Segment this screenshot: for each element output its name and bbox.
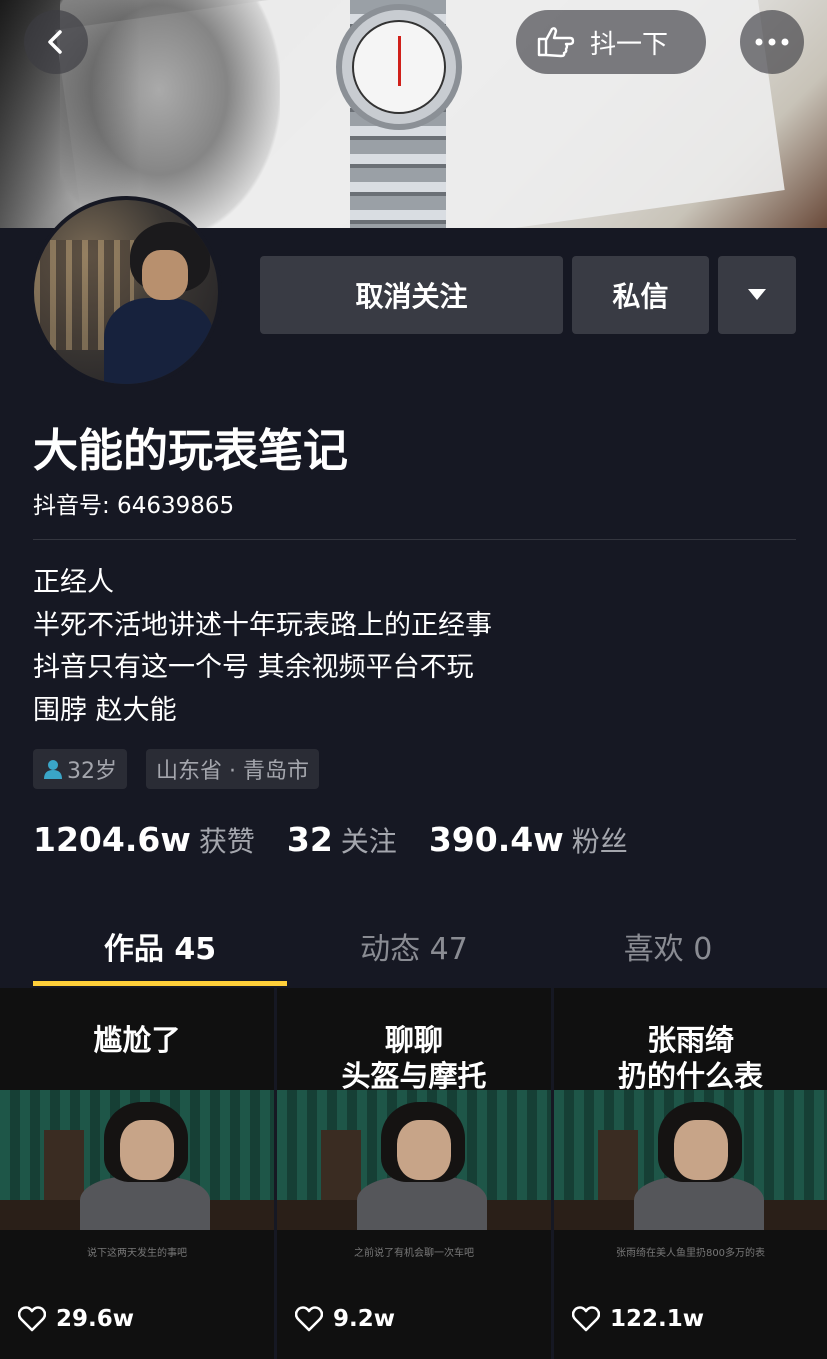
video-title-line: 聊聊 xyxy=(384,1023,443,1057)
tab-works[interactable]: 作品 45 xyxy=(33,924,287,968)
followers-count[interactable]: 390.4w xyxy=(429,820,564,859)
video-scene xyxy=(554,1090,827,1230)
shake-label: 抖一下 xyxy=(590,29,669,60)
video-scene xyxy=(0,1090,274,1230)
scene-person-face xyxy=(674,1120,728,1180)
age-tag: 32岁 xyxy=(33,749,127,789)
heart-icon xyxy=(18,1306,46,1332)
banner-watch-hand xyxy=(398,36,401,86)
scene-person-body xyxy=(634,1176,764,1230)
avatar-face xyxy=(142,250,188,300)
avatar-shirt xyxy=(104,298,214,384)
video-caption: 说下这两天发生的事吧 xyxy=(87,1248,187,1259)
shake-hand-icon xyxy=(537,27,575,58)
followers-label[interactable]: 粉丝 xyxy=(572,820,628,860)
heart-icon xyxy=(295,1306,323,1332)
shake-button[interactable]: 抖一下 xyxy=(516,10,706,74)
video-caption: 之前说了有机会聊一次车吧 xyxy=(354,1248,474,1259)
bio-line: 半死不活地讲述十年玩表路上的正经事 xyxy=(33,609,492,641)
video-title: 尴尬了 xyxy=(0,1022,274,1058)
video-likes-count: 29.6w xyxy=(56,1306,134,1332)
nickname: 大能的玩表笔记 xyxy=(33,424,349,477)
user-icon xyxy=(44,760,62,779)
message-button[interactable]: 私信 xyxy=(572,256,709,334)
likes-count: 1204.6w xyxy=(33,820,191,859)
location-tag: 山东省 · 青岛市 xyxy=(146,749,319,789)
heart-icon xyxy=(572,1306,600,1332)
avatar[interactable] xyxy=(30,196,222,388)
scene-person-body xyxy=(357,1176,487,1230)
bio: 正经人 半死不活地讲述十年玩表路上的正经事 抖音只有这一个号 其余视频平台不玩 … xyxy=(33,562,492,732)
bio-line: 正经人 xyxy=(33,567,114,598)
video-likes: 122.1w xyxy=(572,1306,704,1332)
video-title-line: 头盔与摩托 xyxy=(341,1059,487,1093)
scene-person-body xyxy=(80,1176,210,1230)
back-icon xyxy=(48,30,62,54)
more-button[interactable] xyxy=(740,10,804,74)
video-caption: 张雨绮在美人鱼里扔800多万的表 xyxy=(615,1248,766,1259)
following-label[interactable]: 关注 xyxy=(341,820,397,860)
recommend-dropdown-button[interactable] xyxy=(718,256,796,334)
more-icon xyxy=(755,38,789,46)
video-title-line: 扔的什么表 xyxy=(617,1059,763,1093)
scene-person-face xyxy=(397,1120,451,1180)
avatar-image xyxy=(34,200,218,384)
video-title-line: 尴尬了 xyxy=(93,1023,181,1057)
following-count[interactable]: 32 xyxy=(287,820,333,859)
scene-person-face xyxy=(120,1120,174,1180)
tab-likes[interactable]: 喜欢 0 xyxy=(541,924,795,968)
likes-label: 获赞 xyxy=(198,825,255,858)
video-scene xyxy=(277,1090,551,1230)
age-text: 32岁 xyxy=(67,759,117,784)
location-text: 山东省 · 青岛市 xyxy=(156,759,309,784)
video-title: 张雨绮 扔的什么表 xyxy=(554,1022,827,1094)
douyin-id[interactable]: 抖音号: 64639865 xyxy=(33,486,234,520)
triangle-down-icon xyxy=(748,289,766,300)
video-thumbnail[interactable]: 张雨绮 扔的什么表 张雨绮在美人鱼里扔800多万的表 122.1w xyxy=(554,988,827,1359)
stats-row: 1204.6w 获赞 32 关注 390.4w 粉丝 xyxy=(33,820,660,860)
scene-shelf xyxy=(321,1130,361,1200)
video-title: 聊聊 头盔与摩托 xyxy=(277,1022,551,1094)
video-thumbnail[interactable]: 聊聊 头盔与摩托 之前说了有机会聊一次车吧 9.2w xyxy=(277,988,551,1359)
video-likes-count: 9.2w xyxy=(333,1306,395,1332)
video-likes-count: 122.1w xyxy=(610,1306,704,1332)
tab-moments[interactable]: 动态 47 xyxy=(287,924,541,968)
video-title-line: 张雨绮 xyxy=(646,1023,734,1057)
video-thumbnail[interactable]: 尴尬了 说下这两天发生的事吧 29.6w xyxy=(0,988,274,1359)
unfollow-button[interactable]: 取消关注 xyxy=(260,256,563,334)
back-button[interactable] xyxy=(24,10,88,74)
bio-line: 抖音只有这一个号 其余视频平台不玩 xyxy=(33,652,474,683)
tab-indicator xyxy=(33,981,287,986)
divider xyxy=(33,539,796,540)
video-likes: 9.2w xyxy=(295,1306,395,1332)
scene-shelf xyxy=(598,1130,638,1200)
scene-shelf xyxy=(44,1130,84,1200)
bio-line: 围脖 赵大能 xyxy=(33,694,177,726)
video-likes: 29.6w xyxy=(18,1306,134,1332)
